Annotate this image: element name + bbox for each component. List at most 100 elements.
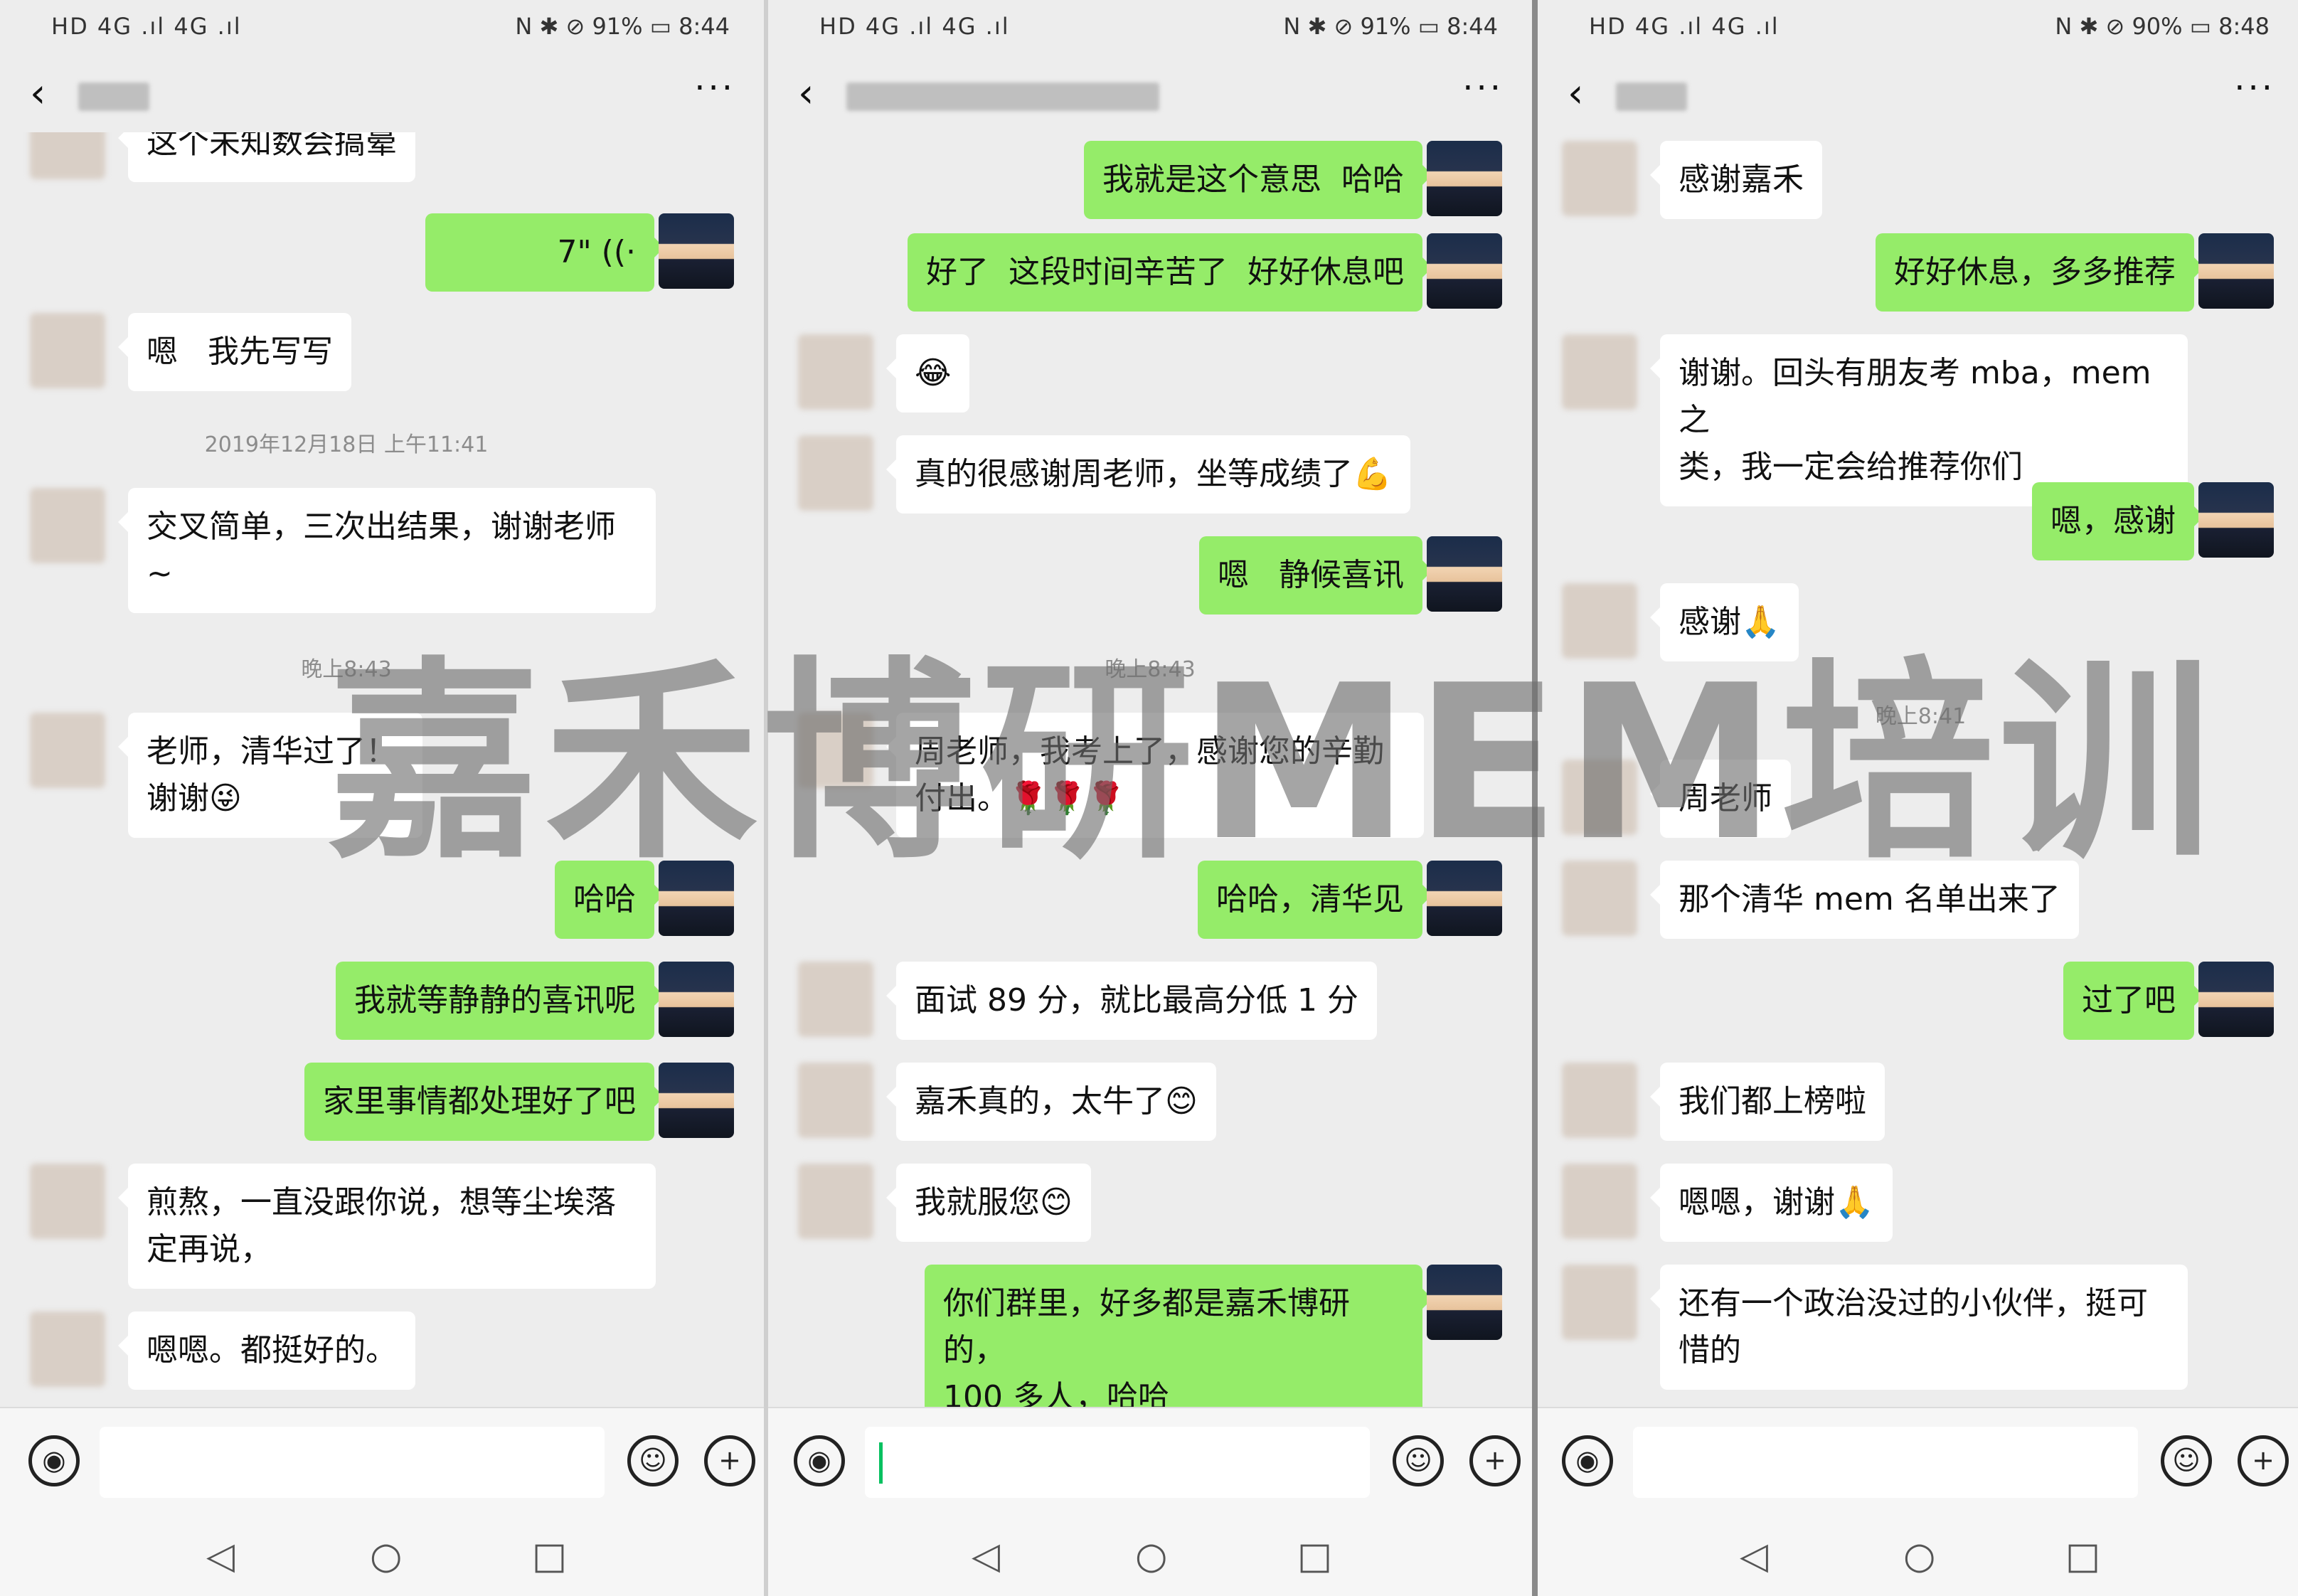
- chat-title-blurred: [846, 83, 1159, 111]
- contact-avatar[interactable]: [1562, 760, 1637, 835]
- contact-avatar[interactable]: [798, 713, 873, 788]
- message-bubble: 好好休息，多多推荐: [1876, 233, 2204, 312]
- nav-back-icon[interactable]: ◁: [972, 1535, 1000, 1578]
- my-avatar[interactable]: [2198, 962, 2274, 1037]
- voice-input-icon[interactable]: ◉: [794, 1435, 845, 1486]
- nav-back-icon[interactable]: ◁: [1740, 1535, 1768, 1578]
- battery-time: N ✱ ⊘ 90% ▭ 8:48: [2055, 13, 2270, 40]
- message-input[interactable]: [865, 1427, 1370, 1498]
- my-avatar[interactable]: [1427, 861, 1502, 936]
- message-bubble: 家里事情都处理好了吧: [304, 1063, 664, 1141]
- contact-avatar[interactable]: [1562, 334, 1637, 410]
- more-icon[interactable]: ···: [694, 68, 735, 108]
- message-bubble: 嗯嗯，谢谢🙏: [1650, 1164, 1893, 1242]
- my-avatar[interactable]: [659, 962, 734, 1037]
- signal-indicator: HD 4G .ıl 4G .ıl: [819, 13, 1010, 40]
- my-avatar[interactable]: [2198, 233, 2274, 309]
- voice-message-bubble[interactable]: 7" ((·: [425, 213, 664, 292]
- system-nav-bar: ◁ ○ □: [768, 1513, 1532, 1596]
- back-icon[interactable]: ‹: [798, 73, 814, 115]
- chat-screen-2: HD 4G .ıl 4G .ıl N ✱ ⊘ 91% ▭ 8:44 ‹ ··· …: [764, 0, 1532, 1596]
- emoji-icon[interactable]: ☺: [2161, 1435, 2212, 1486]
- contact-avatar[interactable]: [30, 313, 105, 388]
- contact-avatar[interactable]: [30, 1312, 105, 1387]
- message-bubble: 好了 这段时间辛苦了 好好休息吧: [908, 233, 1432, 312]
- status-bar: HD 4G .ıl 4G .ıl N ✱ ⊘ 91% ▭ 8:44: [0, 0, 764, 53]
- back-icon[interactable]: ‹: [30, 73, 46, 115]
- my-avatar[interactable]: [2198, 482, 2274, 558]
- message-bubble: 😂: [885, 334, 970, 413]
- chat-title-blurred: [1616, 83, 1687, 111]
- message-bubble: 你们群里，好多都是嘉禾博研的， 100 多人，哈哈: [925, 1265, 1432, 1411]
- nav-recent-icon[interactable]: □: [1297, 1535, 1332, 1578]
- nav-recent-icon[interactable]: □: [532, 1535, 567, 1578]
- input-toolbar: ◉ ☺ +: [768, 1407, 1532, 1513]
- nav-home-icon[interactable]: ○: [370, 1535, 402, 1578]
- contact-avatar[interactable]: [30, 132, 105, 179]
- contact-avatar[interactable]: [798, 1164, 873, 1239]
- contact-avatar[interactable]: [798, 435, 873, 511]
- battery-time: N ✱ ⊘ 91% ▭ 8:44: [1283, 13, 1498, 40]
- message-bubble: 煎熬，一直没跟你说，想等尘埃落 定再说，: [118, 1164, 656, 1289]
- my-avatar[interactable]: [1427, 536, 1502, 612]
- chat-header: ‹ ···: [0, 68, 764, 125]
- my-avatar[interactable]: [1427, 1265, 1502, 1340]
- signal-indicator: HD 4G .ıl 4G .ıl: [1589, 13, 1780, 40]
- my-avatar[interactable]: [1427, 141, 1502, 216]
- contact-avatar[interactable]: [798, 962, 873, 1037]
- message-bubble: 那个清华 mem 名单出来了: [1650, 861, 2079, 939]
- chat-header: ‹ ···: [768, 68, 1532, 125]
- plus-icon[interactable]: +: [1469, 1435, 1521, 1486]
- text-cursor: [879, 1442, 883, 1484]
- contact-avatar[interactable]: [30, 713, 105, 788]
- emoji-icon[interactable]: ☺: [1393, 1435, 1444, 1486]
- contact-avatar[interactable]: [798, 1063, 873, 1138]
- message-bubble: 周老师，我考上了，感谢您的辛勤 付出。🌹🌹🌹: [886, 713, 1424, 838]
- my-avatar[interactable]: [659, 861, 734, 936]
- message-bubble: 真的很感谢周老师，坐等成绩了💪: [886, 435, 1410, 514]
- contact-avatar[interactable]: [30, 1164, 105, 1239]
- contact-avatar[interactable]: [798, 334, 873, 410]
- message-input[interactable]: [100, 1427, 605, 1498]
- emoji-icon[interactable]: ☺: [627, 1435, 679, 1486]
- contact-avatar[interactable]: [1562, 1164, 1637, 1239]
- status-bar: HD 4G .ıl 4G .ıl N ✱ ⊘ 90% ▭ 8:48: [1538, 0, 2298, 53]
- nav-home-icon[interactable]: ○: [1903, 1535, 1935, 1578]
- input-toolbar: ◉ ☺ +: [1538, 1407, 2298, 1513]
- signal-indicator: HD 4G .ıl 4G .ıl: [51, 13, 242, 40]
- plus-icon[interactable]: +: [704, 1435, 755, 1486]
- timestamp: 晚上8:43: [301, 657, 392, 682]
- message-bubble: 谢谢。回头有朋友考 mba，mem 之 类，我一定会给推荐你们: [1650, 334, 2188, 506]
- message-bubble: 哈哈: [555, 861, 664, 939]
- more-icon[interactable]: ···: [1462, 68, 1504, 108]
- my-avatar[interactable]: [659, 1063, 734, 1138]
- back-icon[interactable]: ‹: [1568, 73, 1583, 115]
- my-avatar[interactable]: [1427, 233, 1502, 309]
- nav-home-icon[interactable]: ○: [1135, 1535, 1167, 1578]
- contact-avatar[interactable]: [1562, 583, 1637, 659]
- contact-avatar[interactable]: [1562, 861, 1637, 936]
- system-nav-bar: ◁ ○ □: [1538, 1513, 2298, 1596]
- message-list[interactable]: 这个未知数会搞晕 7" ((· 嗯 我先写写 2019年12月18日 上午11:…: [0, 132, 764, 1411]
- message-bubble: 嘉禾真的，太牛了😊: [886, 1063, 1216, 1141]
- nav-back-icon[interactable]: ◁: [206, 1535, 235, 1578]
- contact-avatar[interactable]: [1562, 141, 1637, 216]
- message-bubble: 嗯，感谢: [2032, 482, 2204, 560]
- nav-recent-icon[interactable]: □: [2065, 1535, 2100, 1578]
- message-list[interactable]: 感谢嘉禾 好好休息，多多推荐 谢谢。回头有朋友考 mba，mem 之 类，我一定…: [1538, 132, 2298, 1411]
- contact-avatar[interactable]: [1562, 1063, 1637, 1138]
- message-bubble: 周老师: [1650, 760, 1791, 838]
- contact-avatar[interactable]: [30, 488, 105, 563]
- chat-title-blurred: [78, 83, 149, 111]
- contact-avatar[interactable]: [1562, 1265, 1637, 1340]
- voice-input-icon[interactable]: ◉: [1562, 1435, 1613, 1486]
- voice-input-icon[interactable]: ◉: [28, 1435, 80, 1486]
- message-bubble: 还有一个政治没过的小伙伴，挺可 惜的: [1650, 1265, 2188, 1390]
- more-icon[interactable]: ···: [2234, 68, 2275, 108]
- input-toolbar: ◉ ☺ +: [0, 1407, 764, 1513]
- my-avatar[interactable]: [659, 213, 734, 289]
- message-input[interactable]: [1633, 1427, 2138, 1498]
- plus-icon[interactable]: +: [2238, 1435, 2289, 1486]
- message-list[interactable]: 我就是这个意思 哈哈 好了 这段时间辛苦了 好好休息吧 😂 真的很感谢周老师，坐…: [768, 132, 1532, 1411]
- timestamp: 晚上8:41: [1875, 704, 1967, 729]
